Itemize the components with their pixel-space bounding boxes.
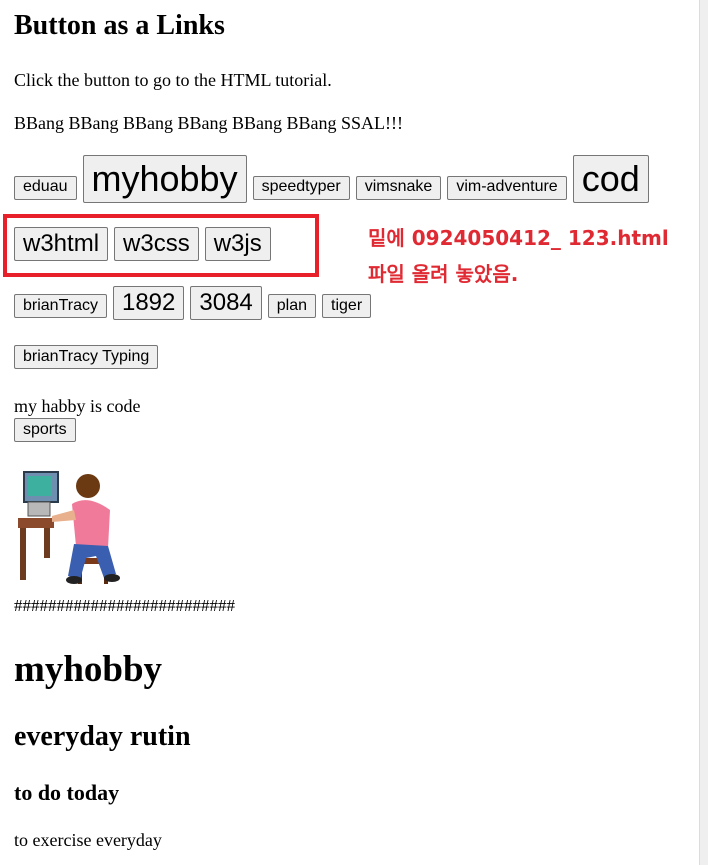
btn-3084[interactable]: 3084	[190, 286, 262, 320]
hash-divider: ##########################	[14, 596, 235, 615]
scrollbar-track[interactable]	[699, 0, 708, 865]
cod-button[interactable]: cod	[572, 155, 649, 203]
sports-button[interactable]: sports	[14, 418, 76, 442]
briantracy-button[interactable]: brianTracy	[14, 294, 107, 319]
vimsnake-button[interactable]: vimsnake	[355, 175, 442, 200]
annotation-highlight-box	[3, 214, 319, 277]
speedtyper-button[interactable]: speedtyper	[252, 175, 350, 200]
bbang-text: BBang BBang BBang BBang BBang BBang SSAL…	[14, 113, 404, 133]
intro-text: Click the button to go to the HTML tutor…	[14, 70, 332, 90]
computer-user-illustration	[16, 470, 134, 588]
btn-1892[interactable]: 1892	[112, 286, 185, 320]
annotation-line-1: 밑에 0924050412_ 123.html	[368, 226, 669, 250]
plan-button[interactable]: plan	[267, 294, 317, 319]
habby-text: my habby is code	[14, 396, 141, 416]
myhobby-button[interactable]: myhobby	[82, 155, 247, 203]
exercise-text: to exercise everyday	[14, 830, 162, 850]
todo-heading: to do today	[14, 780, 120, 805]
vim-adventure-button[interactable]: vim-adventure	[447, 175, 567, 200]
button-row-1: eduau myhobby speedtyper vimsnake vim-ad…	[14, 155, 651, 203]
button-row-4: brianTracy Typing	[14, 345, 160, 369]
annotation-note: 밑에 0924050412_ 123.html 파일 올려 놓았음.	[368, 220, 669, 292]
rutin-heading: everyday rutin	[14, 721, 191, 752]
annotation-line-2: 파일 올려 놓았음.	[368, 262, 519, 286]
hobby-heading: myhobby	[14, 649, 163, 690]
button-row-3: brianTracy 1892 3084 plan tiger	[14, 286, 373, 320]
eduau-button[interactable]: eduau	[14, 175, 77, 200]
tiger-button[interactable]: tiger	[322, 294, 372, 319]
page-title: Button as a Links	[14, 10, 225, 41]
briantracy-typing-button[interactable]: brianTracy Typing	[14, 345, 159, 369]
computer-user-icon	[18, 471, 120, 584]
